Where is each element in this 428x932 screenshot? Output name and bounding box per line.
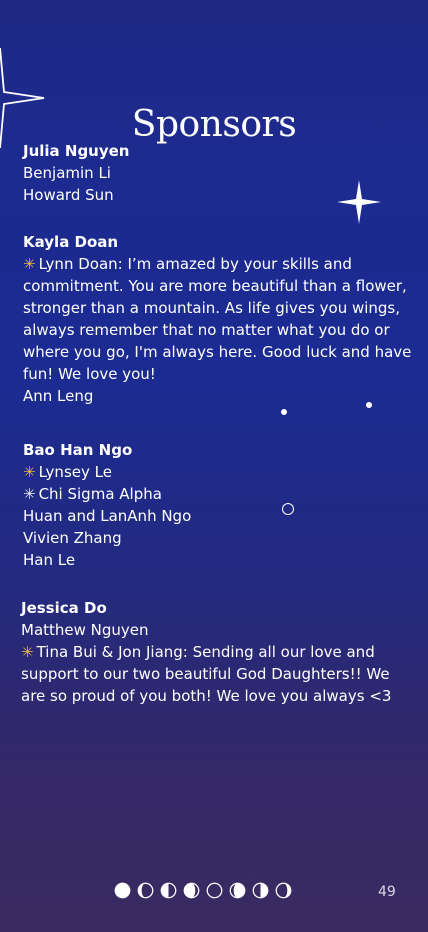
sponsor-message-text: Tina Bui & Jon Jiang: Sending all our lo… (21, 643, 392, 705)
gold-star-icon: ✳ (21, 643, 34, 661)
star-dot (281, 409, 287, 415)
sponsor-name: Kayla Doan (23, 233, 119, 251)
waxing-crescent-moon-icon (229, 882, 246, 899)
sponsor-name: Bao Han Ngo (23, 441, 133, 459)
waning-gibbous-moon-icon (137, 882, 154, 899)
sponsor-line: Ann Leng (23, 387, 94, 405)
page-number: 49 (378, 884, 396, 900)
sponsor-line: Benjamin Li (23, 164, 111, 182)
sponsor-message: ✳ Tina Bui & Jon Jiang: Sending all our l… (21, 641, 411, 707)
sponsor-message: ✳ Lynn Doan: I’m amazed by your skills an… (23, 253, 413, 385)
sponsor-section: Kayla Doan ✳ Lynn Doan: I’m amazed by you… (23, 231, 413, 407)
silver-star-icon: ✳ (23, 485, 36, 503)
sponsor-name: Julia Nguyen (23, 142, 130, 160)
sponsor-line: Han Le (23, 551, 76, 569)
sponsor-line: Howard Sun (23, 186, 114, 204)
sponsor-line-text: Chi Sigma Alpha (38, 485, 162, 503)
new-moon-icon (206, 882, 223, 899)
waxing-gibbous-moon-icon (275, 882, 292, 899)
first-quarter-moon-icon (252, 882, 269, 899)
page-title: Sponsors (131, 104, 297, 146)
sponsor-section: Bao Han Ngo ✳ Lynsey Le ✳ Chi Sigma Alpha … (23, 439, 413, 571)
sponsor-section: Jessica Do Matthew Nguyen ✳ Tina Bui & Jo… (21, 597, 411, 707)
sponsor-name: Jessica Do (21, 599, 107, 617)
gold-star-icon: ✳ (23, 255, 36, 273)
sponsor-line: Vivien Zhang (23, 529, 122, 547)
moon-phases (114, 882, 292, 899)
sponsor-line: ✳ Chi Sigma Alpha (23, 483, 413, 505)
sponsor-message-text: Lynn Doan: I’m amazed by your skills and… (23, 255, 412, 383)
gold-star-icon: ✳ (23, 463, 36, 481)
waning-crescent-moon-icon (183, 882, 200, 899)
sponsor-section: Julia Nguyen Benjamin Li Howard Sun (23, 140, 413, 206)
sponsor-line: ✳ Lynsey Le (23, 461, 413, 483)
sponsor-line-text: Lynsey Le (38, 463, 112, 481)
sponsor-line: Huan and LanAnh Ngo (23, 507, 192, 525)
full-moon-icon (114, 882, 131, 899)
last-quarter-moon-icon (160, 882, 177, 899)
sponsor-line: Matthew Nguyen (21, 621, 149, 639)
